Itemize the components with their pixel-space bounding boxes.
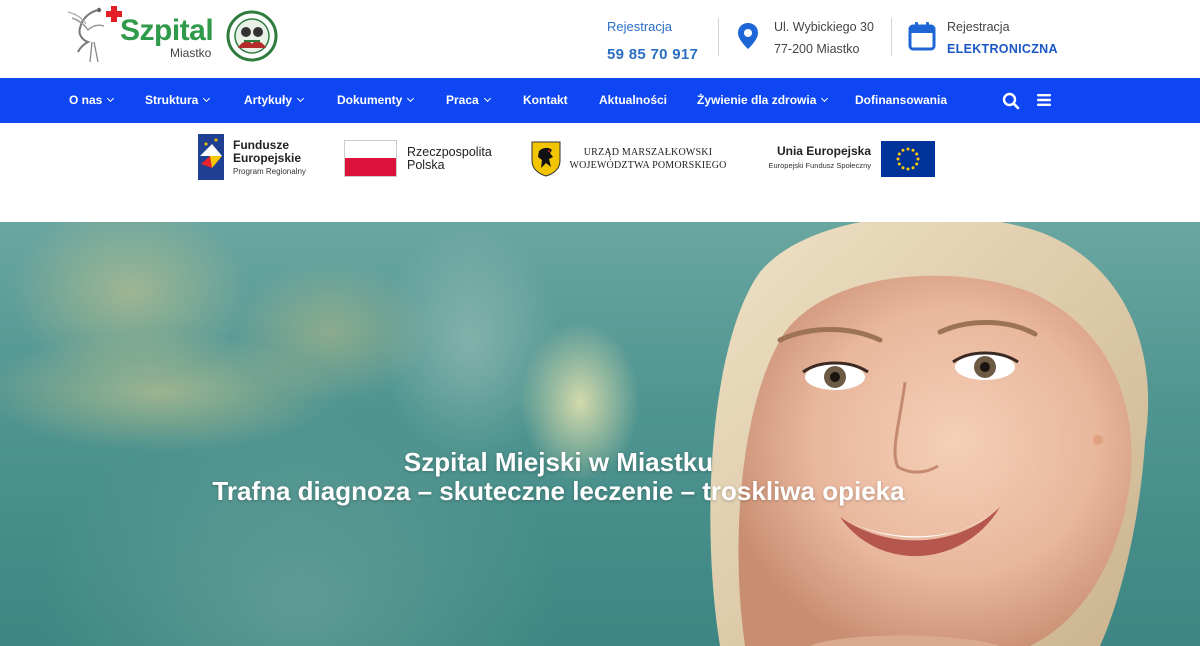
hero-title: Szpital Miejski w Miastku bbox=[403, 447, 714, 477]
nav-item-label: Struktura bbox=[145, 93, 199, 107]
rp-line2: Polska bbox=[407, 158, 445, 172]
logo-title: Szpital bbox=[120, 14, 214, 47]
nav-item-artykuly[interactable]: Artykuły bbox=[244, 78, 305, 123]
registration-phone[interactable]: 59 85 70 917 bbox=[607, 46, 707, 64]
nav-item-label: Dokumenty bbox=[337, 93, 403, 107]
um-line2: WOJEWÓDZTWA POMORSKIEGO bbox=[569, 160, 727, 171]
fe-line2: Europejskie bbox=[233, 151, 302, 165]
nav-item-label: Żywienie dla zdrowia bbox=[697, 93, 817, 107]
fe-line3: Program Regionalny bbox=[233, 167, 306, 176]
nav-item-label: Aktualności bbox=[599, 93, 668, 107]
main-nav: O nas Struktura Artykuły Dokumenty Praca… bbox=[0, 78, 1200, 123]
hero-banner: Szpital Miejski w Miastku Trafna diagnoz… bbox=[0, 222, 1200, 646]
polish-flag-icon bbox=[344, 140, 397, 177]
eu-funding-logos: Fundusze Europejskie Program Regionalny … bbox=[0, 123, 1200, 222]
address-street: Ul. Wybickiego 30 bbox=[774, 20, 874, 34]
site-header: Szpital Miastko Rejestracja 59 85 70 917… bbox=[0, 0, 1200, 78]
smiling-woman-photo bbox=[710, 222, 1149, 646]
registration-label: Rejestracja bbox=[607, 19, 673, 34]
nav-item-o-nas[interactable]: O nas bbox=[69, 78, 115, 123]
nav-item-praca[interactable]: Praca bbox=[446, 78, 491, 123]
nav-item-struktura[interactable]: Struktura bbox=[145, 78, 211, 123]
eu-flag-icon bbox=[881, 141, 935, 177]
nav-item-label: O nas bbox=[69, 93, 103, 107]
nav-item-label: Praca bbox=[446, 93, 479, 107]
divider bbox=[718, 18, 719, 56]
phone-registration[interactable]: Rejestracja 59 85 70 917 bbox=[607, 19, 707, 64]
nav-item-aktualnosci[interactable]: Aktualności bbox=[599, 78, 667, 123]
chevron-down-icon bbox=[296, 94, 305, 103]
chevron-down-icon bbox=[821, 94, 829, 103]
search-icon[interactable] bbox=[1002, 92, 1020, 110]
nav-item-dofinansowania[interactable]: Dofinansowania bbox=[855, 78, 947, 123]
site-logo[interactable]: Szpital Miastko bbox=[68, 4, 280, 68]
logo-subtitle: Miastko bbox=[170, 46, 212, 60]
chevron-down-icon bbox=[407, 94, 415, 103]
address-city: 77-200 Miastko bbox=[774, 42, 860, 56]
fe-logo-icon bbox=[198, 134, 224, 180]
nav-item-kontakt[interactable]: Kontakt bbox=[523, 78, 568, 123]
nav-item-zywienie[interactable]: Żywienie dla zdrowia bbox=[697, 78, 829, 123]
calendar-icon bbox=[908, 22, 936, 51]
e-registration-strong[interactable]: ELEKTRONICZNA bbox=[947, 42, 1058, 56]
hamburger-menu-icon[interactable] bbox=[1036, 93, 1052, 107]
chevron-down-icon bbox=[107, 94, 115, 103]
hero-tagline: Trafna diagnoza – skuteczne leczenie – t… bbox=[212, 476, 905, 506]
nav-item-label: Kontakt bbox=[523, 93, 568, 107]
e-registration-label: Rejestracja bbox=[947, 20, 1010, 34]
ue-line1: Unia Europejska bbox=[776, 144, 871, 158]
pomeranian-griffin-icon bbox=[531, 141, 561, 177]
ue-line2: Europejski Fundusz Społeczny bbox=[768, 161, 871, 170]
nav-item-label: Artykuły bbox=[244, 93, 293, 107]
um-line1: URZĄD MARSZAŁKOWSKI bbox=[583, 147, 713, 158]
hospital-seal-icon bbox=[226, 10, 278, 62]
chevron-down-icon bbox=[203, 94, 211, 103]
location-pin-icon bbox=[738, 23, 758, 49]
chevron-down-icon bbox=[483, 94, 491, 103]
nav-item-dokumenty[interactable]: Dokumenty bbox=[337, 78, 415, 123]
nav-item-label: Dofinansowania bbox=[855, 93, 948, 107]
divider bbox=[891, 18, 892, 56]
hero-headline: Szpital Miejski w Miastku Trafna diagnoz… bbox=[0, 448, 1117, 506]
